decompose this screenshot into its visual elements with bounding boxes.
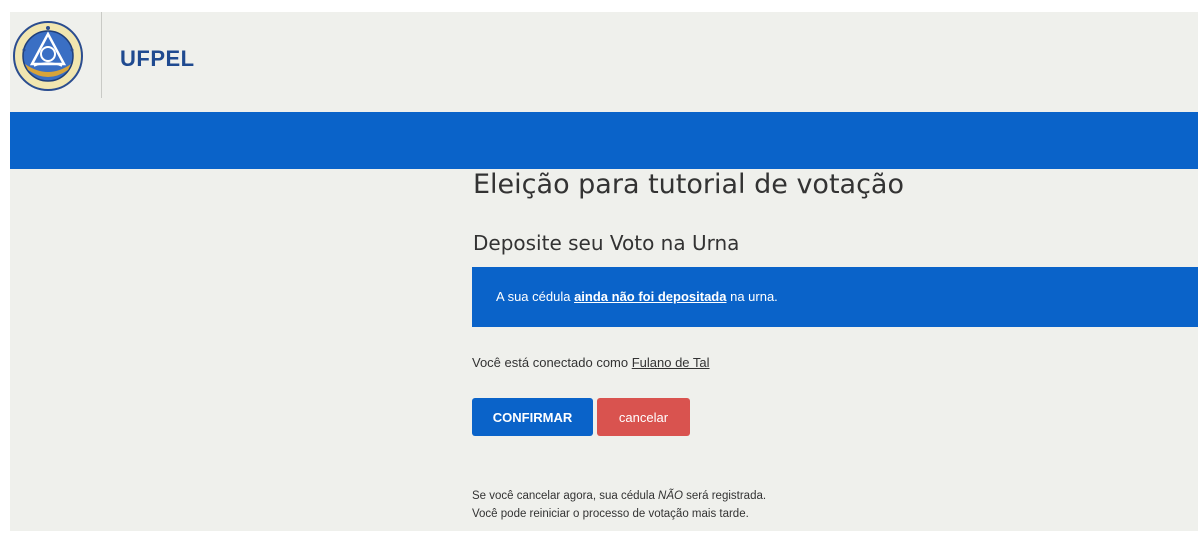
brand-name[interactable]: UFPEL xyxy=(120,46,195,72)
note-suffix: será registrada. xyxy=(682,490,767,502)
page: UFPEL Eleição para tutorial de votação D… xyxy=(10,12,1198,531)
cancel-note-line-1: Se você cancelar agora, sua cédula NÃO s… xyxy=(472,487,766,505)
connected-as-text: Você está conectado como Fulano de Tal xyxy=(472,355,710,370)
ballot-status-link[interactable]: ainda não foi depositada xyxy=(574,289,726,304)
confirm-button[interactable]: CONFIRMAR xyxy=(472,398,593,436)
page-subtitle: Deposite seu Voto na Urna xyxy=(473,231,740,255)
header: UFPEL xyxy=(10,12,1198,112)
alert-suffix: na urna. xyxy=(726,289,778,304)
ballot-status-alert: A sua cédula ainda não foi depositada na… xyxy=(472,267,1198,327)
note-prefix: Se você cancelar agora, sua cédula xyxy=(472,490,659,502)
user-name-link[interactable]: Fulano de Tal xyxy=(632,355,710,370)
note-emphasis: NÃO xyxy=(658,490,683,502)
cancel-button[interactable]: cancelar xyxy=(597,398,690,436)
navigation-bar xyxy=(10,112,1198,169)
cancel-note: Se você cancelar agora, sua cédula NÃO s… xyxy=(472,487,766,523)
alert-prefix: A sua cédula xyxy=(496,289,575,304)
election-title: Eleição para tutorial de votação xyxy=(473,169,904,200)
cancel-note-line-2: Você pode reiniciar o processo de votaçã… xyxy=(472,508,749,520)
header-divider xyxy=(101,12,102,98)
ufpel-seal-icon[interactable] xyxy=(12,20,84,92)
connected-prefix: Você está conectado como xyxy=(472,355,632,370)
